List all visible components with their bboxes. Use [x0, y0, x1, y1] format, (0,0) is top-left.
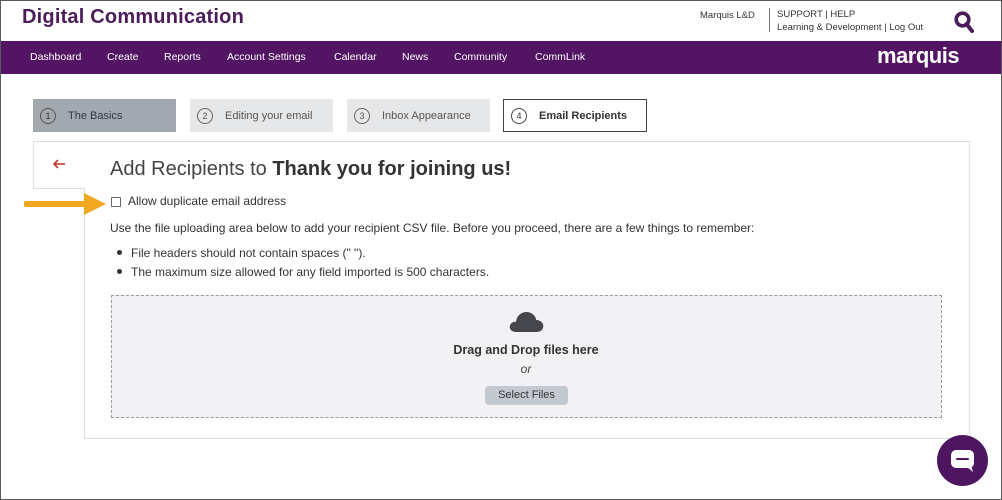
- step-label: The Basics: [68, 109, 123, 122]
- dropzone-or: or: [520, 362, 532, 376]
- account-name[interactable]: Marquis L&D: [700, 10, 755, 21]
- nav-create[interactable]: Create: [107, 41, 139, 74]
- learning-link[interactable]: Learning & Development: [777, 22, 882, 33]
- chat-icon: [951, 450, 974, 472]
- page-title: Add Recipients to Thank you for joining …: [110, 158, 511, 181]
- help-link[interactable]: HELP: [830, 9, 855, 20]
- step-the-basics[interactable]: 1 The Basics: [33, 99, 176, 132]
- upload-instructions: Use the file uploading area below to add…: [110, 221, 755, 235]
- search-icon[interactable]: [954, 11, 974, 35]
- nav-community[interactable]: Community: [454, 41, 507, 74]
- step-number: 4: [511, 107, 527, 124]
- link-separator: |: [825, 9, 828, 20]
- campaign-name: Thank you for joining us!: [272, 158, 512, 180]
- nav-news[interactable]: News: [402, 41, 428, 74]
- step-number: 3: [354, 107, 370, 124]
- link-separator: |: [884, 22, 887, 33]
- bullet-text: The maximum size allowed for any field i…: [131, 265, 490, 279]
- arrow-left-icon: [52, 159, 65, 169]
- app-title: Digital Communication: [22, 6, 244, 28]
- nav-reports[interactable]: Reports: [164, 41, 201, 74]
- step-editing-email[interactable]: 2 Editing your email: [190, 99, 333, 132]
- select-files-button[interactable]: Select Files: [485, 386, 568, 405]
- chat-button[interactable]: [937, 435, 988, 486]
- step-number: 2: [197, 107, 213, 124]
- support-link[interactable]: SUPPORT: [777, 9, 823, 20]
- list-item: The maximum size allowed for any field i…: [117, 265, 489, 279]
- header-divider: [769, 8, 770, 32]
- top-header: Digital Communication Marquis L&D SUPPOR…: [0, 0, 1002, 41]
- main-nav: Dashboard Create Reports Account Setting…: [0, 41, 1002, 74]
- header-links: SUPPORT | HELP Learning & Development | …: [777, 8, 923, 34]
- nav-calendar[interactable]: Calendar: [334, 41, 377, 74]
- logout-link[interactable]: Log Out: [889, 22, 923, 33]
- nav-commlink[interactable]: CommLink: [535, 41, 585, 74]
- bullet-text: File headers should not contain spaces (…: [131, 246, 366, 260]
- step-label: Email Recipients: [539, 109, 628, 122]
- brand-logo[interactable]: marquis: [877, 43, 960, 69]
- allow-duplicate-checkbox[interactable]: [111, 197, 121, 207]
- list-item: File headers should not contain spaces (…: [117, 246, 366, 260]
- title-prefix: Add Recipients to: [110, 158, 267, 180]
- step-number: 1: [40, 107, 56, 124]
- back-button[interactable]: [33, 141, 85, 189]
- step-label: Editing your email: [225, 109, 313, 122]
- dropzone-text: Drag and Drop files here: [453, 343, 599, 357]
- step-email-recipients[interactable]: 4 Email Recipients: [503, 99, 647, 132]
- nav-account-settings[interactable]: Account Settings: [227, 41, 306, 74]
- step-inbox-appearance[interactable]: 3 Inbox Appearance: [347, 99, 490, 132]
- callout-arrow-icon: [24, 193, 106, 215]
- cloud-icon: [509, 312, 544, 332]
- allow-duplicate-label[interactable]: Allow duplicate email address: [128, 194, 286, 208]
- step-label: Inbox Appearance: [382, 109, 471, 122]
- nav-dashboard[interactable]: Dashboard: [30, 41, 81, 74]
